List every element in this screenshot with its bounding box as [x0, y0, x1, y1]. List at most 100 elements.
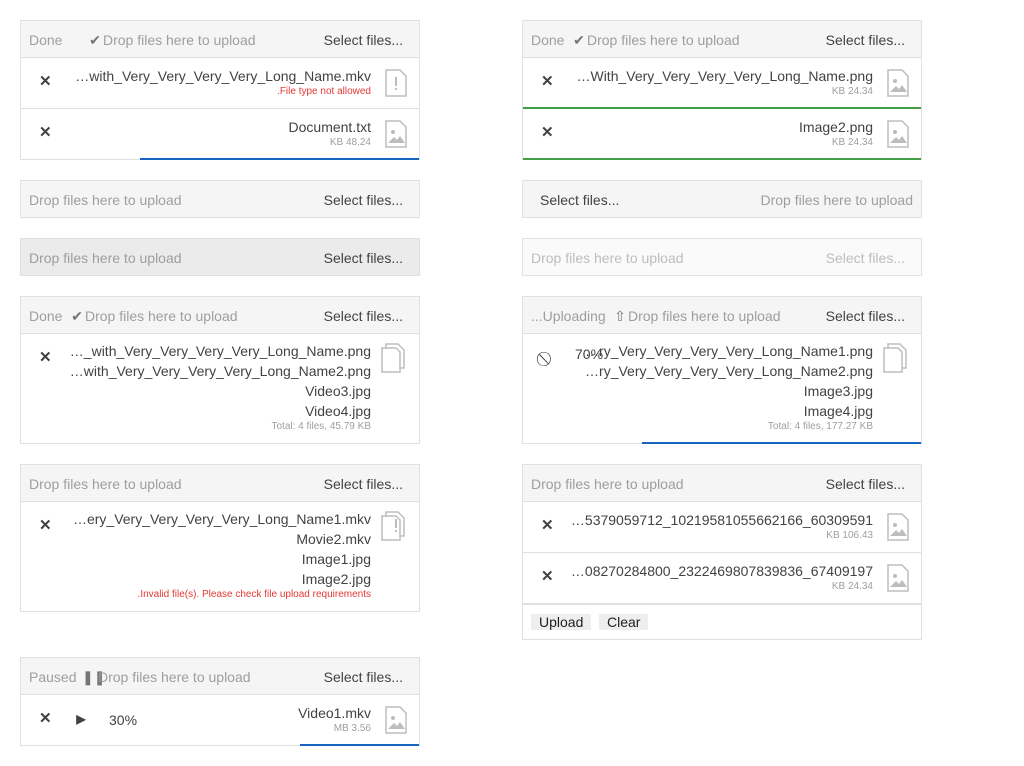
- file-name: …5379059712_10219581055662166_60309591: [570, 512, 873, 528]
- select-files-button[interactable]: Select files...: [324, 32, 403, 48]
- select-files-button[interactable]: Select files...: [826, 32, 905, 48]
- file-row: ✕ …08270284800_2322469807839836_67409197…: [523, 553, 921, 604]
- upload-button[interactable]: Upload: [531, 614, 592, 630]
- file-name: …With_Very_Very_Very_Very_Long_Name.png: [576, 68, 873, 84]
- upload-status: Paused: [29, 669, 77, 685]
- dropzone[interactable]: Done ✔ Drop files here to upload Select f…: [21, 297, 419, 334]
- file-name: Document.txt: [288, 119, 371, 135]
- check-icon: ✔: [89, 32, 101, 48]
- file-size: KB 48.24: [329, 137, 371, 148]
- file-name: Image2.png: [799, 119, 873, 135]
- clear-button[interactable]: Clear: [599, 614, 649, 630]
- file-size: KB 24.34: [831, 581, 873, 592]
- file-row: ✕ …With_Very_Very_Very_Very_Long_Name.pn…: [523, 58, 921, 109]
- dropzone[interactable]: Select files... Drop files here to uploa…: [523, 181, 921, 217]
- files-icon: [381, 343, 405, 373]
- upload-status: ...Uploading: [531, 308, 606, 324]
- cancel-icon[interactable]: ⃠: [541, 351, 553, 365]
- image-file-icon: [887, 69, 909, 97]
- drop-hint: Drop files here to upload: [531, 476, 684, 492]
- file-row: ✕ ▶ 30% Video1.mkv MB 3.56: [21, 695, 419, 746]
- drop-hint: Drop files here to upload: [85, 308, 238, 324]
- upload-icon: ⇧: [614, 308, 626, 324]
- select-files-button[interactable]: Select files...: [324, 192, 403, 208]
- remove-icon[interactable]: ✕: [39, 125, 52, 140]
- upload-done-success: Done ✔ Drop files here to upload Select f…: [522, 20, 922, 160]
- select-files-button[interactable]: Select files...: [826, 308, 905, 324]
- upload-paused: Paused ❚❚Drop files here to upload Selec…: [20, 657, 420, 746]
- drop-hint: Drop files here to upload: [29, 476, 182, 492]
- remove-icon[interactable]: ✕: [39, 518, 52, 533]
- dropzone[interactable]: Drop files here to upload Select files..…: [21, 239, 419, 275]
- dropzone[interactable]: ...Uploading ⇧ Drop files here to upload …: [523, 297, 921, 334]
- upload-empty-rtl: Select files... Drop files here to uploa…: [522, 180, 922, 218]
- remove-icon[interactable]: ✕: [39, 711, 52, 726]
- files-icon: [883, 343, 907, 373]
- file-name: Image3.jpg: [803, 383, 873, 399]
- remove-icon[interactable]: ✕: [39, 74, 52, 89]
- pause-icon: ❚❚: [82, 669, 106, 685]
- upload-status: Done: [29, 308, 63, 324]
- remove-icon[interactable]: ✕: [39, 350, 52, 365]
- batch-row: ⃠ 70% …ry_Very_Very_Very_Very_Long_Name1…: [523, 334, 921, 444]
- select-files-button[interactable]: Select files...: [324, 308, 403, 324]
- file-name: …ery_Very_Very_Very_Very_Long_Name1.mkv: [72, 511, 371, 527]
- upload-disabled: Drop files here to upload Select files..…: [522, 238, 922, 276]
- file-name: Image1.jpg: [301, 551, 371, 567]
- file-row: ✕ Document.txt KB 48.24: [21, 109, 419, 160]
- drop-hint: Drop files here to upload: [98, 669, 251, 685]
- file-name: Image2.jpg: [301, 571, 371, 587]
- file-name: …with_Very_Very_Very_Very_Long_Name2.png: [69, 363, 371, 379]
- file-name: …ry_Very_Very_Very_Very_Long_Name2.png: [585, 363, 873, 379]
- dropzone[interactable]: Done ✔ Drop files here to upload Select f…: [21, 21, 419, 58]
- remove-icon[interactable]: ✕: [541, 569, 554, 584]
- remove-icon[interactable]: ✕: [541, 518, 554, 533]
- dropzone[interactable]: Drop files here to upload Select files..…: [21, 181, 419, 217]
- batch-total: Total: 4 files, 177.27 KB: [767, 421, 873, 432]
- remove-icon[interactable]: ✕: [541, 74, 554, 89]
- image-file-icon: [887, 564, 909, 592]
- file-name: Video4.jpg: [305, 403, 371, 419]
- dropzone[interactable]: Done ✔ Drop files here to upload Select f…: [523, 21, 921, 58]
- file-name: …08270284800_2322469807839836_67409197: [570, 563, 873, 579]
- upload-hover: Drop files here to upload Select files..…: [20, 238, 420, 276]
- dropzone: Drop files here to upload Select files..…: [523, 239, 921, 275]
- file-name: Movie2.mkv: [296, 531, 371, 547]
- file-size: KB 106.43: [826, 530, 873, 541]
- file-name: …ry_Very_Very_Very_Very_Long_Name1.png: [585, 343, 873, 359]
- select-files-button[interactable]: Select files...: [826, 476, 905, 492]
- file-row: ✕ …5379059712_10219581055662166_60309591…: [523, 502, 921, 553]
- file-error: .File type not allowed: [277, 86, 371, 97]
- select-files-button[interactable]: Select files...: [540, 192, 619, 208]
- image-file-icon: [385, 706, 407, 734]
- dropzone[interactable]: Drop files here to upload Select files..…: [21, 465, 419, 502]
- select-files-button[interactable]: Select files...: [324, 476, 403, 492]
- upload-batch-invalid: Drop files here to upload Select files..…: [20, 464, 420, 612]
- drop-hint: Drop files here to upload: [103, 32, 256, 48]
- file-size: MB 3.56: [333, 723, 371, 734]
- file-size: KB 24.34: [831, 86, 873, 97]
- file-name: …with_Very_Very_Very_Very_Long_Name.mkv: [75, 68, 371, 84]
- select-files-button[interactable]: Select files...: [324, 250, 403, 266]
- upload-batch-done: Done ✔ Drop files here to upload Select f…: [20, 296, 420, 444]
- file-name: …_with_Very_Very_Very_Very_Long_Name.png: [69, 343, 371, 359]
- progress-bar: [642, 442, 921, 444]
- progress-bar: [140, 158, 419, 160]
- batch-row: ✕ …_with_Very_Very_Very_Very_Long_Name.p…: [21, 334, 419, 443]
- resume-icon[interactable]: ▶: [75, 712, 87, 726]
- file-name: Image4.jpg: [803, 403, 873, 419]
- drop-hint: Drop files here to upload: [760, 192, 913, 208]
- remove-icon[interactable]: ✕: [541, 125, 554, 140]
- file-invalid-icon: [385, 69, 407, 97]
- select-files-button: Select files...: [825, 250, 905, 266]
- upload-status: Done: [531, 32, 565, 48]
- batch-error: .Invalid file(s). Please check file uplo…: [137, 589, 371, 600]
- dropzone[interactable]: Paused ❚❚Drop files here to upload Selec…: [21, 658, 419, 695]
- image-file-icon: [887, 513, 909, 541]
- drop-hint: Drop files here to upload: [29, 192, 182, 208]
- check-icon: ✔: [573, 32, 585, 48]
- file-size: KB 24.34: [831, 137, 873, 148]
- dropzone[interactable]: Drop files here to upload Select files..…: [523, 465, 921, 502]
- select-files-button[interactable]: Select files...: [324, 669, 403, 685]
- files-invalid-icon: [381, 511, 405, 541]
